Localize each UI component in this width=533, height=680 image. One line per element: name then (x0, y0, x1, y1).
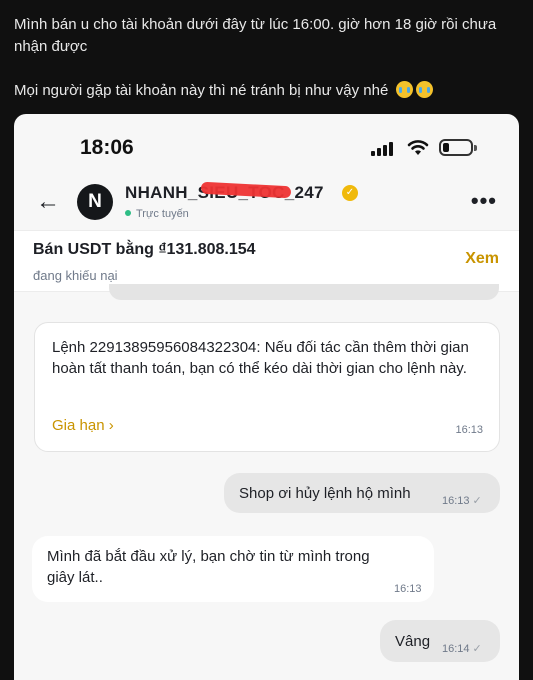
crying-face-icon (415, 81, 433, 98)
more-options-icon[interactable]: ••• (471, 188, 497, 214)
battery-icon (439, 139, 477, 156)
message-text: Mình đã bắt đầu xử lý, bạn chờ tin từ mì… (47, 548, 370, 586)
message-bubble-out: Vâng 16:14 ✓ (380, 620, 500, 662)
post-line-2-text: Mọi người gặp tài khoản này thì né tránh… (14, 82, 389, 99)
back-arrow-icon[interactable]: ← (36, 190, 60, 214)
embedded-chat-screenshot[interactable]: 18:06 ← N NHANH_SIEU_TOC_247 ✓ Trực tuyế… (14, 114, 519, 680)
message-time: 16:14 ✓ (442, 639, 482, 660)
message-time-value: 16:13 (442, 495, 470, 507)
sent-check-icon: ✓ (472, 643, 482, 655)
phone-status-bar: 18:06 (14, 114, 519, 174)
online-dot-icon (125, 210, 131, 216)
message-bubble-in: Mình đã bắt đầu xử lý, bạn chờ tin từ mì… (32, 536, 434, 602)
system-message-card: Lệnh 22913895956084322304: Nếu đối tác c… (34, 322, 500, 452)
status-time: 18:06 (80, 136, 134, 159)
message-time-value: 16:14 (442, 643, 470, 655)
extend-time-button[interactable]: Gia hạn › (52, 417, 114, 434)
extend-time-label: Gia hạn (52, 417, 105, 434)
online-status: Trực tuyến (125, 208, 189, 220)
avatar[interactable]: N (77, 184, 113, 220)
order-status: đang khiếu nại (33, 268, 118, 283)
system-message-text: Lệnh 22913895956084322304: Nếu đối tác c… (52, 339, 469, 377)
order-summary-bar: Bán USDT bằng ₫131.808.154 đang khiếu nạ… (14, 230, 519, 292)
view-order-button[interactable]: Xem (465, 250, 499, 268)
online-status-label: Trực tuyến (136, 208, 189, 220)
message-time: 16:13 ✓ (442, 491, 482, 512)
order-title: Bán USDT bằng ₫131.808.154 (33, 241, 256, 258)
message-bubble-out: Shop ơi hủy lệnh hộ mình 16:13 ✓ (224, 473, 500, 513)
crying-face-icon (395, 81, 413, 98)
cellular-signal-icon (371, 142, 393, 156)
chevron-right-icon: › (108, 417, 114, 434)
wifi-icon (407, 140, 429, 155)
post-line-1: Mình bán u cho tài khoản dưới đây từ lúc… (14, 16, 497, 55)
message-text: Vâng (395, 633, 431, 650)
message-text: Shop ơi hủy lệnh hộ mình (239, 485, 411, 502)
post-line-2: Mọi người gặp tài khoản này thì né tránh… (14, 80, 519, 102)
post-body: Mình bán u cho tài khoản dưới đây từ lúc… (14, 14, 519, 102)
chat-header: ← N NHANH_SIEU_TOC_247 ✓ Trực tuyến ••• (14, 176, 519, 230)
sent-check-icon: ✓ (472, 495, 482, 507)
system-message-time: 16:13 (455, 424, 483, 436)
previous-message-bubble (109, 284, 499, 300)
verified-badge-icon: ✓ (342, 185, 358, 201)
message-time: 16:13 (394, 583, 422, 595)
